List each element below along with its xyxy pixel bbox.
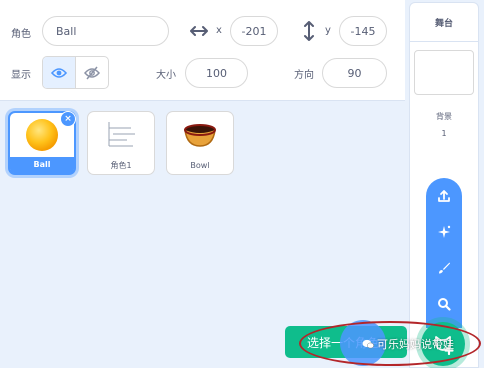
upload-sprite-button[interactable] — [426, 178, 462, 214]
sprite-fab-menu — [426, 178, 462, 328]
delete-sprite-icon[interactable]: × — [60, 111, 76, 127]
surprise-icon — [438, 225, 451, 238]
annotation-oval — [299, 321, 481, 366]
surprise-sprite-button[interactable] — [426, 214, 462, 250]
direction-input[interactable]: 90 — [322, 58, 387, 88]
eye-icon — [51, 67, 67, 78]
backdrop-label: 背景 — [436, 112, 452, 121]
stage-title: 舞台 — [410, 3, 478, 42]
upload-icon — [438, 190, 450, 202]
y-label: y — [325, 25, 331, 36]
eye-slash-icon — [84, 66, 100, 79]
sprite-name-input[interactable]: Ball — [42, 16, 169, 46]
vertical-arrows-icon — [304, 21, 314, 41]
sprite-tile-label: Ball — [10, 157, 74, 173]
x-position-input[interactable]: -201 — [230, 16, 278, 46]
hide-sprite-button[interactable] — [76, 57, 108, 88]
sprite-tile-bowl[interactable]: Bowl — [166, 111, 234, 175]
backdrop-count: 1 — [441, 129, 447, 138]
sprite-info-panel: 角色 Ball x -201 y -145 显示 大小 100 方向 90 — [0, 0, 405, 101]
paint-sprite-button[interactable] — [426, 250, 462, 286]
size-input[interactable]: 100 — [185, 58, 248, 88]
visibility-toggle — [42, 56, 109, 89]
sprite1-thumbnail — [88, 112, 154, 158]
bowl-thumbnail — [167, 112, 233, 158]
stage-thumbnail[interactable] — [414, 50, 474, 95]
x-label: x — [216, 25, 222, 36]
choose-sprite-search-button[interactable] — [426, 286, 462, 322]
show-sprite-button[interactable] — [43, 57, 76, 88]
size-label: 大小 — [156, 70, 176, 81]
paint-icon — [439, 262, 450, 274]
sprite-tile-label: Bowl — [190, 161, 210, 170]
y-position-input[interactable]: -145 — [339, 16, 387, 46]
sprite-tile-ball[interactable]: × Ball — [8, 111, 76, 175]
sprite-tile-sprite1[interactable]: 角色1 — [87, 111, 155, 175]
direction-label: 方向 — [294, 70, 314, 81]
show-label: 显示 — [11, 70, 31, 81]
horizontal-arrows-icon — [190, 26, 208, 36]
sprite-name-label: 角色 — [11, 29, 31, 40]
search-icon — [438, 298, 451, 311]
sprite-tile-label: 角色1 — [110, 161, 132, 170]
